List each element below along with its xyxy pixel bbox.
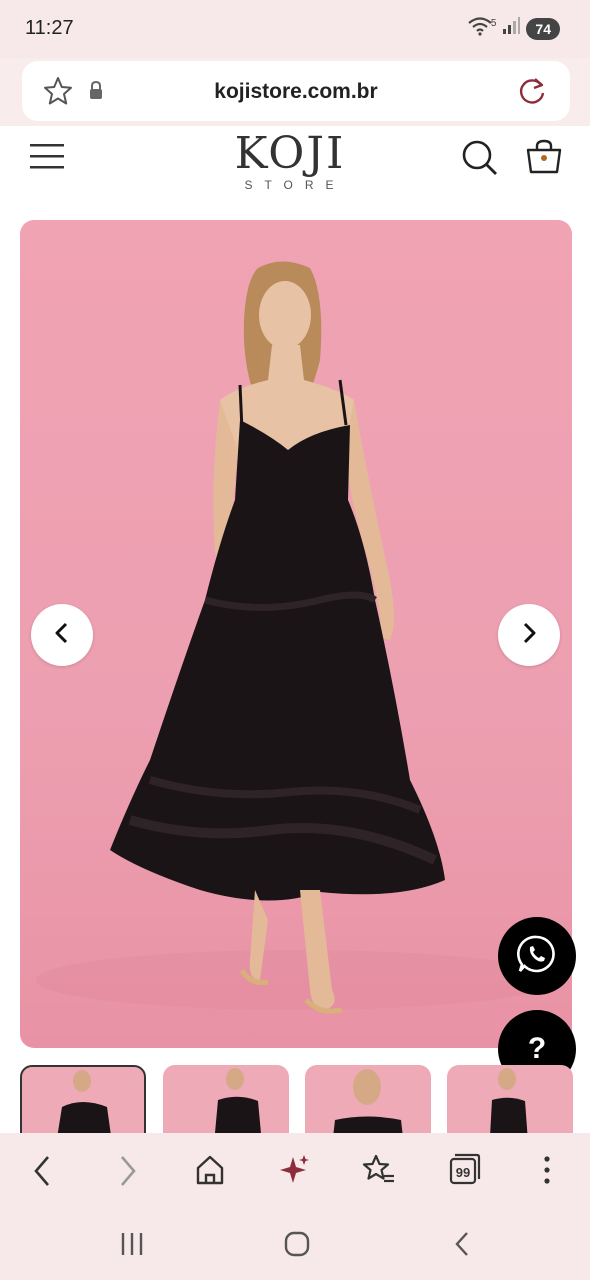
status-time: 11:27 [25,17,74,39]
system-back-icon[interactable] [452,1230,472,1263]
more-options-icon[interactable] [540,1153,554,1192]
address-bar[interactable]: kojistore.com.br [22,61,570,121]
model-dress-illustration [36,261,556,1014]
search-icon[interactable] [460,138,500,183]
battery-indicator: 74 [526,17,560,40]
thumbnail-2[interactable] [163,1065,289,1135]
logo-main-text: KOJI [234,128,346,179]
wifi-badge: 5 [490,18,497,29]
status-bar: 11:27 5 74 [0,0,590,58]
recent-apps-icon[interactable] [118,1230,146,1263]
forward-icon[interactable] [116,1153,140,1194]
browser-toolbar: 99 [0,1133,590,1208]
home-button-icon[interactable] [283,1230,311,1263]
sparkle-icon[interactable] [280,1153,310,1192]
hamburger-menu-icon[interactable] [30,142,64,175]
url-text[interactable]: kojistore.com.br [22,80,570,104]
site-header: KOJI STORE [0,126,590,210]
chevron-right-icon [519,621,539,650]
wifi-icon [467,16,493,41]
system-navigation-bar [0,1208,590,1280]
status-icons: 5 74 [467,16,560,41]
whatsapp-button[interactable] [498,917,576,995]
signal-icon [502,17,521,40]
thumbnail-strip [20,1065,590,1135]
thumbnail-1[interactable] [20,1065,146,1135]
help-label: ? [527,1032,547,1065]
chevron-left-icon [52,621,72,650]
shopping-bag-icon[interactable] [524,138,564,183]
back-icon[interactable] [30,1153,54,1194]
logo-sub-text: STORE [244,178,346,192]
tabs-icon[interactable]: 99 [447,1153,481,1192]
carousel-next-button[interactable] [498,604,560,666]
tab-count: 99 [456,1165,470,1180]
carousel-prev-button[interactable] [31,604,93,666]
reload-icon[interactable] [516,75,548,112]
koji-store-logo[interactable]: KOJI STORE [230,128,350,193]
bookmarks-star-icon[interactable] [362,1153,396,1192]
thumbnail-3[interactable] [305,1065,431,1135]
product-image[interactable] [20,220,572,1048]
thumbnail-4[interactable] [447,1065,573,1135]
home-icon[interactable] [194,1153,226,1192]
whatsapp-icon [516,933,558,980]
